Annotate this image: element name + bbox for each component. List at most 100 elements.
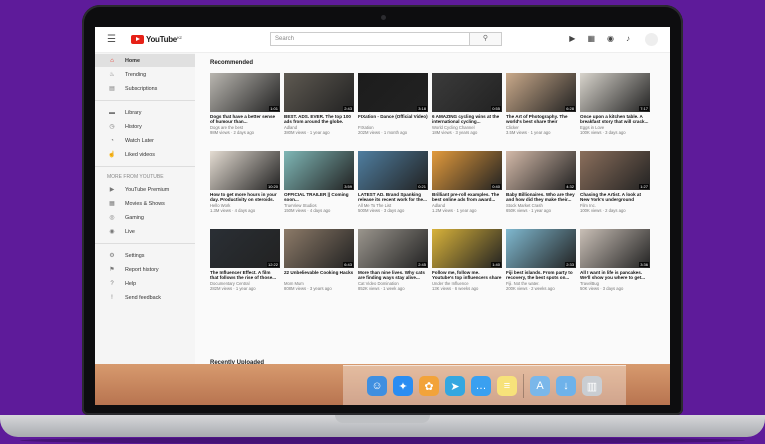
- video-thumbnail[interactable]: 6:28: [506, 73, 576, 112]
- video-thumbnail[interactable]: 3:59: [284, 151, 354, 190]
- video-thumbnail[interactable]: 0:55: [432, 73, 502, 112]
- video-card[interactable]: 0:21 LATEST AD. Brand Spanking release it…: [358, 151, 428, 229]
- video-card[interactable]: 4:32 Baby Billionaires. Who are they and …: [506, 151, 576, 229]
- video-title[interactable]: Follow me, follow me. Youtube's top infl…: [432, 270, 502, 281]
- video-title[interactable]: The Influencer Effect. A film that follo…: [210, 270, 280, 281]
- video-title[interactable]: All I want in life is pancakes. We'll sh…: [580, 270, 650, 281]
- video-thumbnail[interactable]: 2:33: [506, 229, 576, 268]
- video-card[interactable]: 3:59 OFFICIAL TRAILER || Coming soon... Tr…: [284, 151, 354, 229]
- sidebar-item-live[interactable]: ◉ Live: [95, 225, 195, 238]
- sidebar-item-watch-later[interactable]: ◔ Watch Later: [95, 134, 195, 147]
- video-title[interactable]: OFFICIAL TRAILER || Coming soon...: [284, 192, 354, 203]
- video-title[interactable]: Dogs that have a better sense of humour …: [210, 114, 280, 125]
- messages-icon[interactable]: …: [471, 376, 491, 396]
- video-duration: 0:55: [491, 106, 501, 111]
- apps-grid-icon[interactable]: ▦: [587, 34, 595, 43]
- video-card[interactable]: 3:18 FIXation - Dance (Official Video) FIX…: [358, 73, 428, 151]
- sidebar-item-label: Live: [125, 228, 135, 235]
- finder-icon[interactable]: ☺: [367, 376, 387, 396]
- video-thumbnail[interactable]: 7:17: [580, 73, 650, 112]
- sidebar-item-history[interactable]: ◷ History: [95, 120, 195, 133]
- video-thumbnail[interactable]: 1:01: [210, 73, 280, 112]
- sidebar-item-help[interactable]: ? Help: [95, 277, 195, 290]
- header-actions: ▶ ▦ ◉ ♪: [569, 34, 630, 43]
- video-title[interactable]: 22 Unbelievable Cooking Hacks: [284, 270, 354, 281]
- video-thumbnail[interactable]: 0:40: [432, 151, 502, 190]
- notes-icon[interactable]: ≡: [497, 376, 517, 396]
- video-duration: 1:27: [639, 184, 649, 189]
- video-thumbnail[interactable]: 1:27: [580, 151, 650, 190]
- video-thumbnail[interactable]: 2:45: [358, 229, 428, 268]
- video-thumbnail[interactable]: 10:20: [210, 151, 280, 190]
- sidebar-item-report-history[interactable]: ⚑ Report history: [95, 263, 195, 276]
- telegram-icon[interactable]: ➤: [445, 376, 465, 396]
- applications-folder-icon[interactable]: A: [530, 376, 550, 396]
- search-button[interactable]: ⚲: [470, 32, 502, 46]
- youtube-logo[interactable]: YouTubeKZ: [131, 35, 182, 44]
- video-card[interactable]: 3:36 All I want in life is pancakes. We'l…: [580, 229, 650, 307]
- video-title[interactable]: More than nine lives. Why cats are findi…: [358, 270, 428, 281]
- sidebar-item-subscriptions[interactable]: ▤ Subscriptions: [95, 82, 195, 95]
- flame-icon: ♨: [109, 72, 115, 78]
- video-card[interactable]: 12:22 The Influencer Effect. A film that …: [210, 229, 280, 307]
- thumbs-up-icon: ☝: [108, 152, 116, 158]
- video-card[interactable]: 0:55 6 AMAZING cycling wins at the intern…: [432, 73, 502, 151]
- video-duration: 6:43: [343, 262, 353, 267]
- sidebar-item-settings[interactable]: ⚙ Settings: [95, 249, 195, 262]
- video-card[interactable]: 6:28 The Art of Photography. The world's …: [506, 73, 576, 151]
- search-input[interactable]: Search: [270, 32, 470, 46]
- trash-icon[interactable]: ▥: [582, 376, 602, 396]
- video-thumbnail[interactable]: 6:43: [284, 229, 354, 268]
- screen: ☰ YouTubeKZ Search ⚲ ▶ ▦ ◉ ♪ ⌂ Home ♨ Trend…: [95, 27, 670, 405]
- video-title[interactable]: How to get more hours in your day. Produ…: [210, 192, 280, 203]
- menu-icon[interactable]: ☰: [107, 34, 121, 45]
- video-card[interactable]: 6:43 22 Unbelievable Cooking Hacks Mom Mum…: [284, 229, 354, 307]
- sidebar-item-home[interactable]: ⌂ Home: [95, 54, 195, 67]
- video-card[interactable]: 2:43 BEST. ADS. EVER. The top 100 ads fro…: [284, 73, 354, 151]
- video-thumbnail[interactable]: 12:22: [210, 229, 280, 268]
- video-thumbnail[interactable]: 0:21: [358, 151, 428, 190]
- video-card[interactable]: 10:20 How to get more hours in your day. …: [210, 151, 280, 229]
- sidebar-item-trending[interactable]: ♨ Trending: [95, 68, 195, 81]
- video-title[interactable]: Brilliant pre-roll examples. The best on…: [432, 192, 502, 203]
- create-video-icon[interactable]: ▶: [569, 34, 575, 43]
- video-card[interactable]: 7:17 Once upon a kitchen table. A breakfa…: [580, 73, 650, 151]
- sidebar-item-movies-shows[interactable]: ▦ Movies & Shows: [95, 197, 195, 210]
- safari-icon[interactable]: ✦: [393, 376, 413, 396]
- video-duration: 6:28: [565, 106, 575, 111]
- video-thumbnail[interactable]: 1:40: [432, 229, 502, 268]
- video-thumbnail[interactable]: 3:36: [580, 229, 650, 268]
- avatar[interactable]: [645, 33, 658, 46]
- video-card[interactable]: 2:33 Fiji best islands. From party to rec…: [506, 229, 576, 307]
- sidebar-item-gaming[interactable]: ◎ Gaming: [95, 211, 195, 224]
- video-title[interactable]: BEST. ADS. EVER. The top 100 ads from ar…: [284, 114, 354, 125]
- video-card[interactable]: 0:40 Brilliant pre-roll examples. The bes…: [432, 151, 502, 229]
- sidebar-item-liked-videos[interactable]: ☝ Liked videos: [95, 148, 195, 161]
- video-thumbnail[interactable]: 3:18: [358, 73, 428, 112]
- sidebar-item-label: Report history: [125, 266, 159, 273]
- downloads-folder-icon[interactable]: ↓: [556, 376, 576, 396]
- sidebar-item-library[interactable]: ▬ Library: [95, 106, 195, 119]
- video-title[interactable]: LATEST AD. Brand Spanking release its re…: [358, 192, 428, 203]
- messages-icon[interactable]: ◉: [607, 34, 614, 43]
- video-thumbnail[interactable]: 4:32: [506, 151, 576, 190]
- video-title[interactable]: FIXation - Dance (Official Video): [358, 114, 428, 125]
- video-title[interactable]: Baby Billionaires. Who are they and how …: [506, 192, 576, 203]
- owl-app-icon[interactable]: ✿: [419, 376, 439, 396]
- sidebar-item-youtube-premium[interactable]: ▶ YouTube Premium: [95, 183, 195, 196]
- video-card[interactable]: 1:01 Dogs that have a better sense of hum…: [210, 73, 280, 151]
- laptop-notch: [335, 415, 430, 423]
- video-duration: 0:21: [417, 184, 427, 189]
- video-title[interactable]: The Art of Photography. The world's best…: [506, 114, 576, 125]
- sidebar-item-send-feedback[interactable]: ! Send feedback: [95, 291, 195, 304]
- sidebar-item-label: Library: [125, 109, 142, 116]
- video-card[interactable]: 1:40 Follow me, follow me. Youtube's top …: [432, 229, 502, 307]
- video-card[interactable]: 1:27 Chasing the Artist. A look at New Yo…: [580, 151, 650, 229]
- video-title[interactable]: Once upon a kitchen table. A breakfast s…: [580, 114, 650, 125]
- video-card[interactable]: 2:45 More than nine lives. Why cats are f…: [358, 229, 428, 307]
- video-thumbnail[interactable]: 2:43: [284, 73, 354, 112]
- notifications-bell-icon[interactable]: ♪: [626, 34, 630, 43]
- video-title[interactable]: Fiji best islands. From party to recover…: [506, 270, 576, 281]
- video-title[interactable]: Chasing the Artist. A look at New York's…: [580, 192, 650, 203]
- video-title[interactable]: 6 AMAZING cycling wins at the internatio…: [432, 114, 502, 125]
